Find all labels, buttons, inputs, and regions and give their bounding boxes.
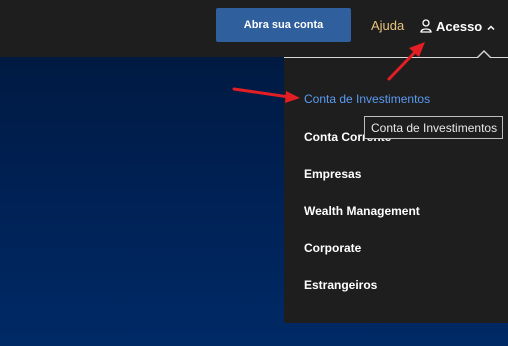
menu-item-foreigners[interactable]: Estrangeiros bbox=[304, 278, 377, 292]
menu-item-wealth-management[interactable]: Wealth Management bbox=[304, 204, 420, 218]
tooltip-text: Conta de Investimentos bbox=[371, 120, 498, 135]
tooltip: Conta de Investimentos bbox=[364, 116, 503, 139]
dropdown-caret-fill bbox=[478, 52, 490, 58]
account-access-label: Acesso bbox=[436, 18, 483, 34]
menu-item-business[interactable]: Empresas bbox=[304, 167, 361, 181]
account-access-toggle[interactable]: Acesso bbox=[420, 16, 496, 36]
help-link[interactable]: Ajuda bbox=[371, 18, 404, 33]
user-icon bbox=[420, 19, 432, 33]
menu-item-investment-account[interactable]: Conta de Investimentos bbox=[304, 92, 430, 106]
chevron-up-icon bbox=[486, 21, 496, 31]
dropdown-top-border bbox=[284, 57, 508, 58]
menu-item-corporate[interactable]: Corporate bbox=[304, 241, 361, 255]
open-account-button[interactable]: Abra sua conta bbox=[216, 8, 351, 42]
